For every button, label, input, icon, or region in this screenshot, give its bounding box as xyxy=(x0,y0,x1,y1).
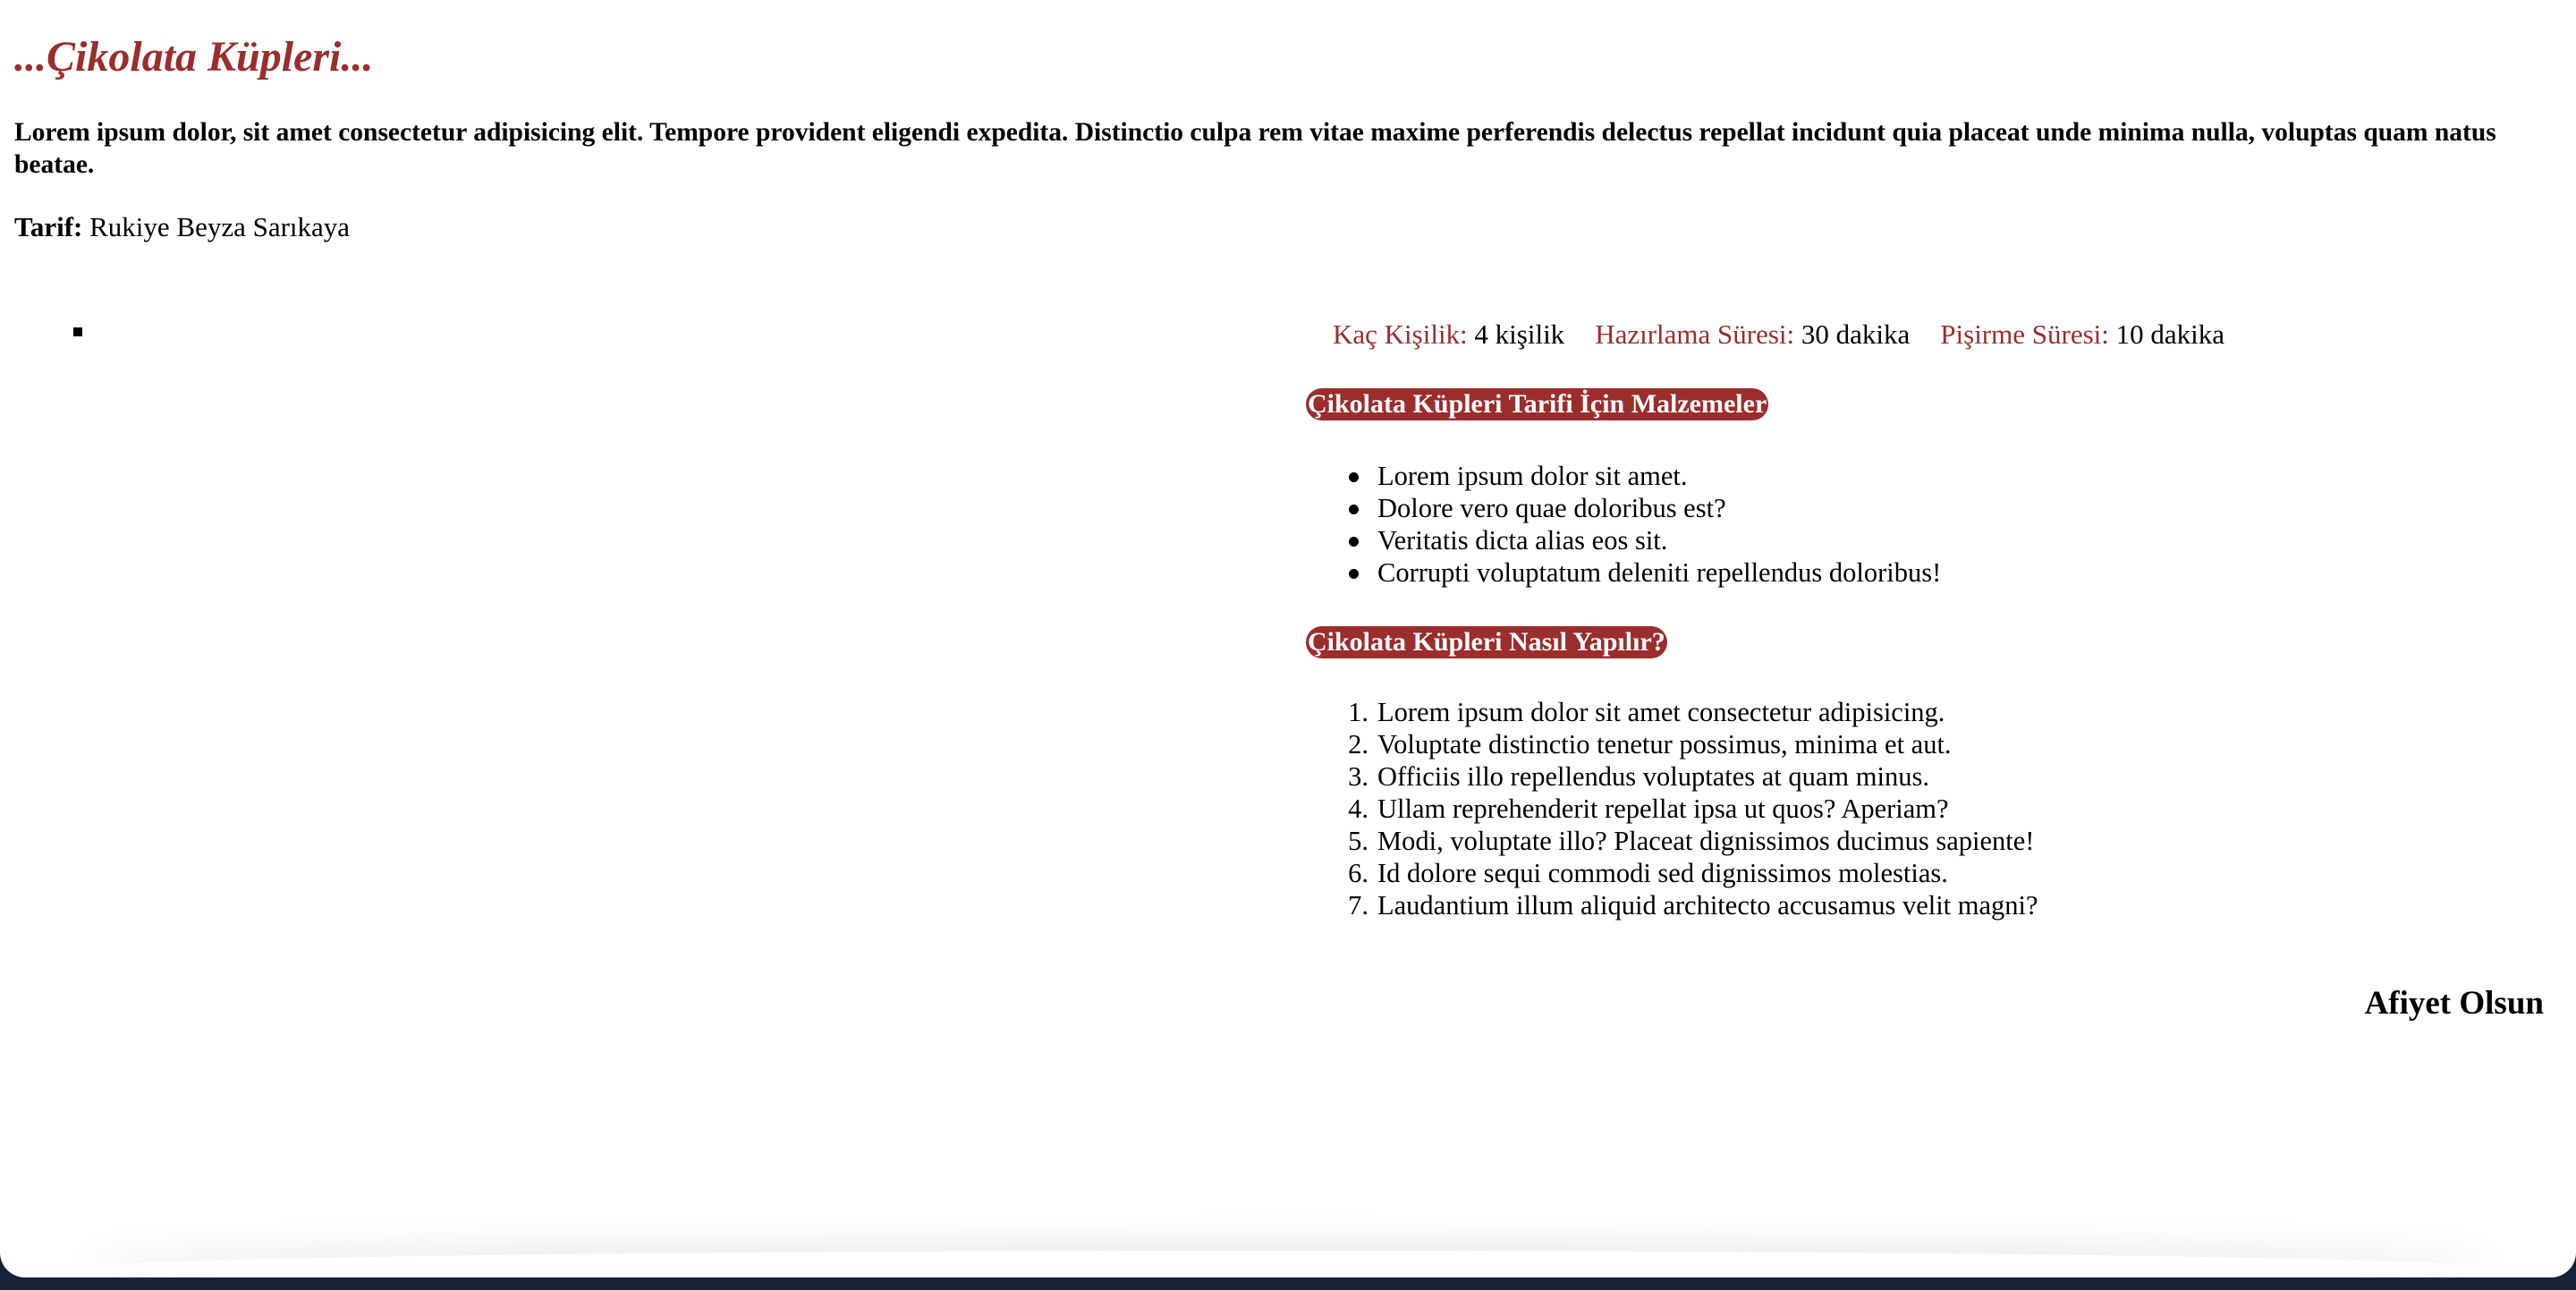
list-item: Veritatis dicta alias eos sit. xyxy=(1348,524,1941,556)
step-text: Ullam reprehenderit repellat ipsa ut quo… xyxy=(1377,794,1949,824)
list-item: 7. Laudantium illum aliquid architecto ac… xyxy=(1348,889,2038,921)
info-label: Kaç Kişilik: xyxy=(1333,318,1468,350)
page: ...Çikolata Küpleri... Lorem ipsum dolor… xyxy=(0,0,2576,1277)
list-item: 2. Voluptate distinctio tenetur possimus,… xyxy=(1348,728,2038,760)
info-label: Pişirme Süresi: xyxy=(1940,318,2109,350)
step-number: 1. xyxy=(1348,697,1368,727)
list-item: 4. Ullam reprehenderit repellat ipsa ut q… xyxy=(1348,793,2038,825)
list-item: 6. Id dolore sequi commodi sed dignissimo… xyxy=(1348,857,2038,889)
info-prep-time: Hazırlama Süresi: 30 dakika xyxy=(1595,318,1910,351)
step-number: 6. xyxy=(1348,858,1368,888)
list-item: 5. Modi, voluptate illo? Placeat dignissi… xyxy=(1348,825,2038,857)
list-item: 3. Officiis illo repellendus voluptates a… xyxy=(1348,760,2038,793)
step-text: Lorem ipsum dolor sit amet consectetur a… xyxy=(1377,697,1945,727)
step-text: Laudantium illum aliquid architecto accu… xyxy=(1377,890,2038,921)
list-item: 1. Lorem ipsum dolor sit amet consectetur… xyxy=(1348,696,2038,728)
closing-text: Afiyet Olsun xyxy=(2364,985,2544,1022)
recipe-intro: Lorem ipsum dolor, sit amet consectetur … xyxy=(14,118,2496,179)
info-label: Hazırlama Süresi: xyxy=(1595,318,1795,350)
step-number: 5. xyxy=(1348,826,1368,856)
info-value: 30 dakika xyxy=(1801,318,1911,350)
step-number: 4. xyxy=(1348,794,1368,824)
ingredients-list: Lorem ipsum dolor sit amet. Dolore vero … xyxy=(1348,460,1942,589)
info-value: 10 dakika xyxy=(2115,318,2225,350)
step-number: 7. xyxy=(1348,890,1368,921)
list-item: Lorem ipsum dolor sit amet. xyxy=(1348,460,1941,492)
ingredients-heading: Çikolata Küpleri Tarifi İçin Malzemeler xyxy=(1306,388,1769,420)
step-text: Modi, voluptate illo? Placeat dignissimo… xyxy=(1377,826,2035,856)
page-title: ...Çikolata Küpleri... xyxy=(14,33,374,81)
list-item: Dolore vero quae doloribus est? xyxy=(1348,492,1941,524)
info-cook-time: Pişirme Süresi: 10 dakika xyxy=(1940,318,2224,351)
recipe-author: Tarif: Rukiye Beyza Sarıkaya xyxy=(14,211,350,243)
step-text: Voluptate distinctio tenetur possimus, m… xyxy=(1377,729,1952,760)
info-value: 4 kişilik xyxy=(1474,318,1565,350)
recipe-image-list xyxy=(73,327,82,336)
recipe-info: Kaç Kişilik: 4 kişilik Hazırlama Süresi: … xyxy=(1333,318,2255,351)
list-item: Corrupti voluptatum deleniti repellendus… xyxy=(1348,557,1942,588)
square-bullet-icon xyxy=(73,327,82,336)
steps-heading: Çikolata Küpleri Nasıl Yapılır? xyxy=(1306,626,1667,658)
info-servings: Kaç Kişilik: 4 kişilik xyxy=(1333,318,1564,351)
step-number: 3. xyxy=(1348,761,1368,792)
step-text: Id dolore sequi commodi sed dignissimos … xyxy=(1377,858,1948,888)
step-number: 2. xyxy=(1348,729,1368,760)
step-text: Officiis illo repellendus voluptates at … xyxy=(1377,761,1929,792)
author-name: Rukiye Beyza Sarıkaya xyxy=(89,211,351,242)
recipe-image-item xyxy=(73,327,82,336)
steps-list: 1. Lorem ipsum dolor sit amet consectetur… xyxy=(1348,696,2038,921)
author-label: Tarif: xyxy=(14,211,83,242)
